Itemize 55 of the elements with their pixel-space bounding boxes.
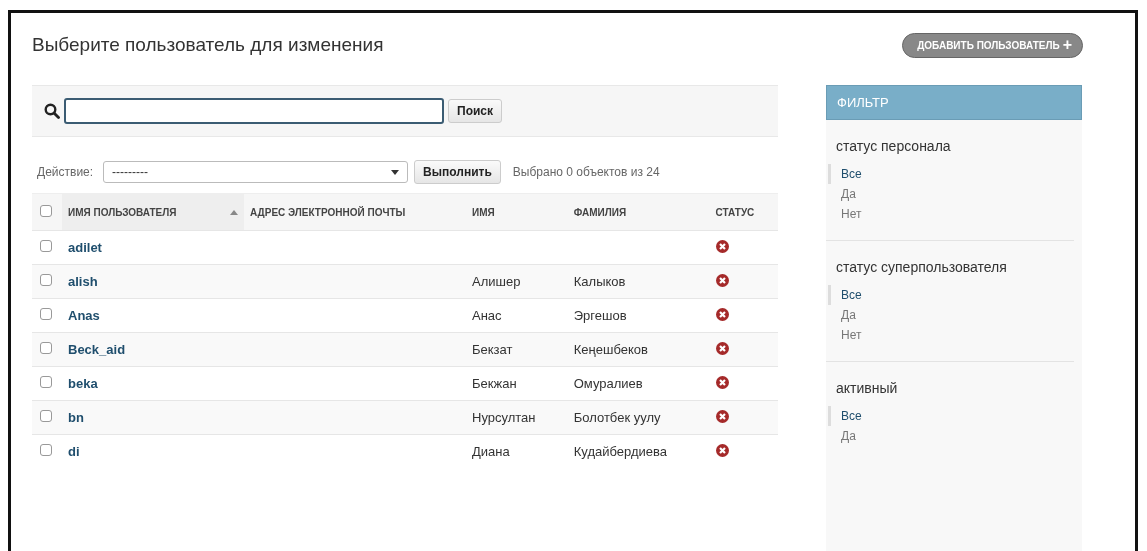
filter-choice[interactable]: Да (828, 426, 1074, 446)
table-cell: Кеңешбеков (573, 342, 648, 357)
row-checkbox[interactable] (40, 444, 52, 456)
dropdown-arrow-icon (391, 168, 400, 176)
selection-counter: Выбрано 0 объектов из 24 (512, 165, 660, 179)
table-cell: Эргешов (573, 308, 627, 323)
search-field[interactable] (64, 98, 444, 124)
filter-choice[interactable]: Все (828, 164, 1074, 184)
column-header[interactable]: ИМЯ (466, 193, 568, 231)
sort-arrow-icon (230, 209, 238, 215)
column-header[interactable]: ИМЯ ПОЛЬЗОВАТЕЛЯ (62, 193, 244, 231)
filter-header: ФИЛЬТР (826, 85, 1082, 120)
row-checkbox[interactable] (40, 240, 52, 252)
table-cell: Нурсултан (472, 410, 536, 425)
table-cell: Болотбек уулу (573, 410, 661, 425)
filter-choice[interactable]: Да (828, 305, 1074, 325)
row-checkbox[interactable] (40, 376, 52, 388)
username-link[interactable]: Anas (68, 308, 100, 323)
filter-choice[interactable]: Нет (828, 325, 1074, 345)
filter-choice[interactable]: Нет (828, 204, 1074, 224)
column-header[interactable]: СТАТУС (709, 193, 778, 231)
filter-group-title: статус персонала (835, 137, 952, 156)
action-label: Действие: (37, 165, 94, 179)
row-checkbox[interactable] (40, 410, 52, 422)
column-header[interactable]: АДРЕС ЭЛЕКТРОННОЙ ПОЧТЫ (244, 193, 466, 231)
table-cell: Бекжан (472, 376, 517, 391)
username-link[interactable]: bn (68, 410, 84, 425)
table-cell: Диана (472, 444, 510, 459)
table-cell: Калыков (573, 274, 626, 289)
add-user-button[interactable]: ДОБАВИТЬ ПОЛЬЗОВАТЕЛЬ + (902, 32, 1083, 58)
username-link[interactable]: alish (68, 274, 98, 289)
username-link[interactable]: beka (68, 376, 98, 391)
row-checkbox[interactable] (40, 342, 52, 354)
action-select[interactable]: --------- (103, 161, 409, 183)
row-checkbox[interactable] (40, 308, 52, 320)
username-link[interactable]: adilet (68, 240, 102, 255)
column-header[interactable]: ФАМИЛИЯ (567, 193, 710, 231)
filter-choice[interactable]: Все (828, 406, 1074, 426)
table-cell: Бекзат (472, 342, 513, 357)
table-cell: Алишер (472, 274, 521, 289)
search-icon (44, 103, 60, 119)
username-link[interactable]: Beck_aid (68, 342, 126, 357)
username-link[interactable]: di (68, 444, 80, 459)
run-button[interactable]: Выполнить (414, 160, 501, 184)
search-button[interactable]: Поиск (448, 99, 502, 123)
table-cell: Анас (472, 308, 502, 323)
filter-group-title: активный (835, 379, 899, 398)
page-title: Выберите пользователь для изменения (32, 34, 384, 56)
filter-choice[interactable]: Все (828, 285, 1074, 305)
filter-group-title: статус суперпользователя (835, 258, 1008, 277)
table-cell: Кудайбердиева (573, 444, 667, 459)
table-cell: Омуралиев (573, 376, 643, 391)
filter-choice[interactable]: Да (828, 184, 1074, 204)
select-all-checkbox[interactable] (40, 205, 52, 217)
row-checkbox[interactable] (40, 274, 52, 286)
